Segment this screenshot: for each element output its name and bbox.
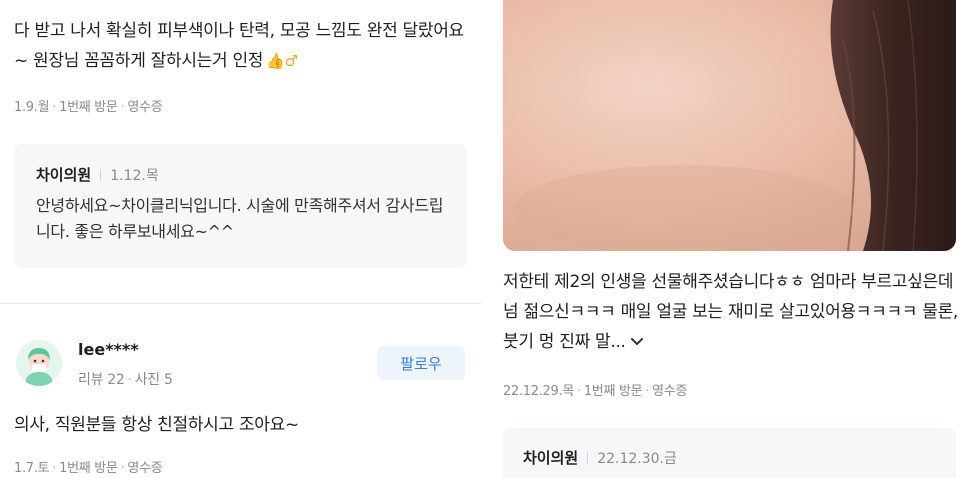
review-count: 리뷰 22 [78,372,125,388]
visit-count: 1번째 방문 [59,100,118,115]
visit-date: 1.7.토 [14,461,50,476]
review-text[interactable]: 저한테 제2의 인생을 선물해주셨습니다ㅎㅎ 엄마라 부르고싶은데 넘 젊으신ㅋ… [503,267,958,357]
receipt-label: 영수증 [127,100,163,115]
reply-author: 차이의원 [36,166,92,184]
chevron-down-icon[interactable] [630,337,644,347]
review-body: 다 받고 나서 확실히 피부색이나 탄력, 모공 느낌도 완전 달랐어요~ 원장… [14,21,464,71]
reviewer-name[interactable]: lee**** [78,340,139,359]
owner-reply: 차이의원 1.12.목 안녕하세요~차이클리닉입니다. 시술에 만족해주셔서 감사… [14,144,467,268]
reply-date: 22.12.30.금 [597,451,677,467]
avatar-icon [16,340,62,386]
thumbs-up-icon: 👍♂ [266,52,298,70]
receipt-label: 영수증 [652,384,688,399]
visit-date: 1.9.월 [14,100,50,115]
review-photo[interactable] [503,0,956,251]
reply-text: 안녕하세요~차이클리닉입니다. 시술에 만족해주셔서 감사드립니다. 좋은 하루… [36,196,444,241]
reply-header: 차이의원 1.12.목 [36,164,445,185]
review-column-left: 다 받고 나서 확실히 피부색이나 탄력, 모공 느낌도 완전 달랐어요~ 원장… [0,0,482,478]
avatar[interactable] [16,340,62,386]
divider-bar [587,452,589,464]
review-text: 다 받고 나서 확실히 피부색이나 탄력, 모공 느낌도 완전 달랐어요~ 원장… [14,16,469,76]
review-body: 저한테 제2의 인생을 선물해주셨습니다ㅎㅎ 엄마라 부르고싶은데 넘 젊으신ㅋ… [503,272,959,352]
review-column-right: 저한테 제2의 인생을 선물해주셨습니다ㅎㅎ 엄마라 부르고싶은데 넘 젊으신ㅋ… [484,0,966,478]
follow-button[interactable]: 팔로우 [377,346,465,380]
receipt-label: 영수증 [127,461,163,476]
visit-count: 1번째 방문 [59,461,118,476]
review-divider [0,303,482,304]
reply-date: 1.12.목 [110,168,159,184]
review-text: 의사, 직원분들 항상 친절하시고 조아요~ [14,415,299,435]
owner-reply: 차이의원 22.12.30.금 [503,428,956,478]
review-photo-image [503,0,956,251]
reviewer-stats: 리뷰 22 · 사진 5 [78,372,173,388]
divider-bar [100,169,102,181]
visit-date: 22.12.29.목 [503,384,574,399]
photo-count: 사진 5 [134,372,173,388]
reply-author: 차이의원 [523,449,579,467]
review-meta: 1.9.월 · 1번째 방문 · 영수증 [14,100,163,115]
visit-count: 1번째 방문 [583,384,643,399]
review-meta: 1.7.토 · 1번째 방문 · 영수증 [14,461,163,476]
reply-header: 차이의원 22.12.30.금 [523,447,936,468]
review-meta: 22.12.29.목 · 1번째 방문 · 영수증 [503,384,688,399]
